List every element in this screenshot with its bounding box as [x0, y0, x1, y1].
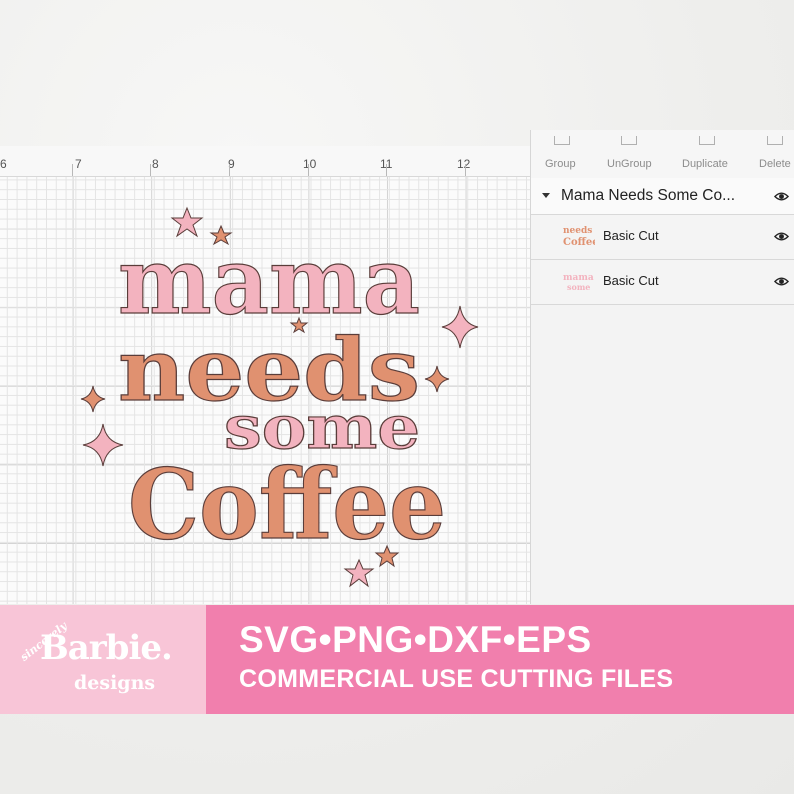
delete-icon	[767, 136, 783, 145]
layers-panel: Group UnGroup Duplicate Delete Mama Need…	[530, 130, 794, 604]
layer-label: Basic Cut	[603, 228, 659, 243]
ungroup-icon	[621, 136, 637, 145]
svg-text:some: some	[567, 282, 590, 292]
layer-thumbnail: needs Coffee	[563, 226, 595, 248]
layer-thumbnail: mama some	[563, 273, 594, 292]
eye-icon[interactable]	[774, 189, 789, 204]
sparkle-icon	[441, 305, 479, 349]
eye-icon[interactable]	[774, 229, 789, 244]
layers-toolbar: Group UnGroup Duplicate Delete	[531, 130, 794, 179]
layer-group-row[interactable]: Mama Needs Some Co...	[531, 178, 794, 215]
sparkle-icon	[80, 385, 106, 413]
sparkle-icon	[82, 423, 124, 467]
ungroup-button[interactable]: UnGroup	[607, 158, 652, 170]
star-icon	[343, 558, 375, 588]
collapse-caret-icon[interactable]	[542, 193, 550, 198]
word-mama: mama	[118, 227, 420, 335]
duplicate-icon	[699, 136, 715, 145]
mama-needs-some-coffee-design[interactable]: mama needs some Coffee	[0, 146, 530, 604]
svg-text:needs: needs	[563, 226, 592, 236]
layer-item[interactable]: needs Coffee Basic Cut	[531, 215, 794, 260]
delete-button[interactable]: Delete	[759, 158, 791, 170]
layer-item[interactable]: mama some Basic Cut	[531, 260, 794, 305]
design-canvas[interactable]: 6 7 8 9 10 11 12 mama needs some Coffee	[0, 146, 530, 604]
group-button[interactable]: Group	[545, 158, 576, 170]
logo-designs: designs	[74, 672, 156, 694]
layer-group-title: Mama Needs Some Co...	[561, 187, 736, 204]
svg-text:Coffee: Coffee	[563, 237, 595, 248]
sparkle-icon	[424, 365, 450, 393]
logo-barbie: Barbie.	[40, 628, 173, 668]
commercial-use-tagline: COMMERCIAL USE CUTTING FILES	[239, 665, 674, 693]
layer-label: Basic Cut	[603, 273, 659, 288]
duplicate-button[interactable]: Duplicate	[682, 158, 728, 170]
group-icon	[554, 136, 570, 145]
brand-logo-panel: sincerely Barbie. designs	[0, 605, 206, 714]
file-format-banner: SVG•PNG•DXF•EPS COMMERCIAL USE CUTTING F…	[206, 605, 794, 714]
file-formats: SVG•PNG•DXF•EPS	[239, 619, 592, 660]
eye-icon[interactable]	[774, 274, 789, 289]
word-coffee: Coffee	[128, 448, 446, 561]
